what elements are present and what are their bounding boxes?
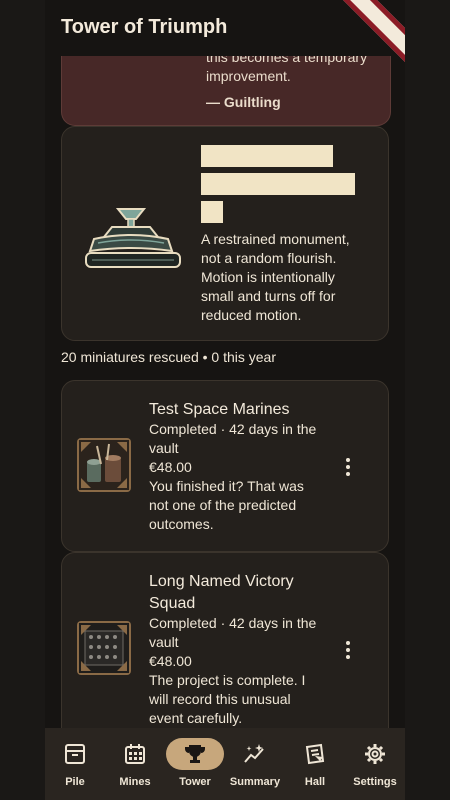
project-note: The project is complete. I will record t… xyxy=(149,672,306,726)
more-vert-icon[interactable] xyxy=(338,457,358,477)
project-status: Completed · 42 days in the vault xyxy=(149,421,317,456)
project-details: Completed · 42 days in the vault €48.00 … xyxy=(149,614,319,728)
nav-label: Pile xyxy=(65,776,85,788)
monument-icon xyxy=(85,208,181,268)
more-vert-icon[interactable] xyxy=(338,640,358,660)
project-price: €48.00 xyxy=(149,459,192,475)
archive-box-icon xyxy=(65,744,85,764)
nav-label: Settings xyxy=(353,776,397,788)
nav-label: Hall xyxy=(304,776,326,788)
monument-description: A restrained monument, not a random flou… xyxy=(201,231,350,323)
app-screen: this becomes a temporary improvement. — … xyxy=(45,0,405,800)
miniature-sprue-icon xyxy=(77,621,131,675)
project-card[interactable]: Test Space Marines Completed · 42 days i… xyxy=(61,380,389,552)
count-placeholder xyxy=(201,201,223,223)
paint-pots-icon xyxy=(77,438,131,492)
page-title: Tower of Triumph xyxy=(61,16,228,38)
quote-author: — Guiltling xyxy=(206,94,281,110)
title-placeholder xyxy=(201,145,333,167)
project-title: Test Space Marines xyxy=(149,401,290,418)
gear-icon xyxy=(365,744,385,764)
rescue-stats: 20 miniatures rescued • 0 this year xyxy=(61,349,277,365)
calendar-grid-icon xyxy=(125,744,145,764)
nav-item-pile[interactable]: Pile xyxy=(45,728,105,800)
sparkle-chart-icon xyxy=(244,744,264,763)
project-note: You finished it? That was not one of the… xyxy=(149,478,304,532)
project-title: Long Named Victory Squad xyxy=(149,573,294,612)
bottom-navigation: Pile Mines Tower Summary Hall Settings xyxy=(45,728,405,800)
project-status: Completed · 42 days in the vault xyxy=(149,615,317,650)
subtitle-placeholder xyxy=(201,173,355,195)
project-details: Completed · 42 days in the vault €48.00 … xyxy=(149,420,319,534)
nav-label: Summary xyxy=(229,776,281,788)
nav-item-mines[interactable]: Mines xyxy=(105,728,165,800)
project-price: €48.00 xyxy=(149,653,192,669)
nav-label: Tower xyxy=(179,776,211,788)
monument-card: A restrained monument, not a random flou… xyxy=(61,126,389,341)
nav-item-summary[interactable]: Summary xyxy=(225,728,285,800)
ticket-hall-icon xyxy=(305,743,325,765)
nav-item-tower[interactable]: Tower xyxy=(165,728,225,800)
nav-item-hall[interactable]: Hall xyxy=(285,728,345,800)
trophy-icon xyxy=(185,745,205,763)
project-card[interactable]: Long Named Victory Squad Completed · 42 … xyxy=(61,552,389,754)
nav-item-settings[interactable]: Settings xyxy=(345,728,405,800)
nav-label: Mines xyxy=(119,776,151,788)
